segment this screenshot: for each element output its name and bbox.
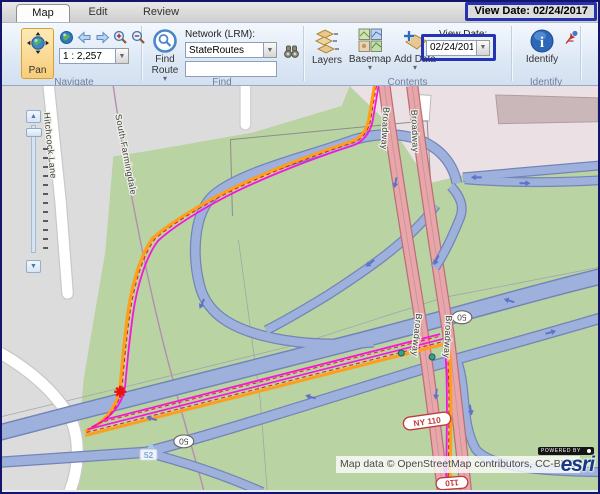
- scale-combobox: ▼: [59, 48, 129, 64]
- map-building: [496, 95, 598, 124]
- svg-text:50: 50: [179, 436, 189, 446]
- basemap-dropdown-caret[interactable]: ▾: [368, 65, 372, 71]
- svg-text:i: i: [540, 35, 544, 51]
- view-date-combobox: ▼: [426, 40, 490, 56]
- tab-edit[interactable]: Edit: [72, 4, 124, 21]
- layers-label: Layers: [312, 55, 342, 66]
- find-route-icon: [152, 28, 178, 54]
- layers-button[interactable]: Layers: [307, 28, 347, 66]
- view-date-dropdown-button[interactable]: ▼: [477, 40, 490, 56]
- map-zoom-slider: ▲ ▼: [23, 110, 49, 275]
- zoom-tick: [43, 148, 48, 150]
- zoom-tick: [43, 220, 48, 222]
- find-route-label: Find Route: [145, 54, 185, 76]
- svg-text:110: 110: [445, 478, 460, 489]
- binoculars-search-icon[interactable]: [283, 44, 300, 59]
- network-lrm-label: Network (LRM):: [185, 29, 255, 40]
- route-shield-110-partial: 110: [436, 476, 469, 490]
- group-separator: [511, 26, 512, 81]
- svg-text:52: 52: [144, 450, 154, 460]
- zoom-in-icon[interactable]: [113, 30, 128, 45]
- basemap-icon: [358, 28, 383, 54]
- group-separator: [580, 26, 581, 81]
- view-date-banner-annotation: View Date: 02/24/2017: [465, 2, 597, 21]
- tab-review[interactable]: Review: [130, 4, 192, 21]
- zoom-slider-up-button[interactable]: ▲: [26, 110, 41, 123]
- add-data-dropdown-caret[interactable]: ▾: [413, 65, 417, 71]
- find-route-button[interactable]: Find Route ▾: [145, 28, 185, 82]
- route-value-combobox: [185, 61, 277, 77]
- previous-extent-icon[interactable]: [77, 30, 92, 45]
- identify-button[interactable]: i Identify: [522, 28, 562, 65]
- navigate-small-buttons: [59, 30, 146, 45]
- zoom-tick: [43, 247, 48, 249]
- zoom-tick: [43, 166, 48, 168]
- pan-globe-icon: [26, 31, 50, 55]
- zoom-tick: [43, 238, 48, 240]
- route-value-input[interactable]: [185, 61, 277, 77]
- scale-dropdown-button[interactable]: ▼: [116, 48, 129, 64]
- layers-icon: [313, 28, 341, 55]
- route-shield-50: 50: [174, 435, 194, 448]
- zoom-tick: [43, 184, 48, 186]
- identify-route-locations-icon[interactable]: [563, 30, 579, 46]
- pan-button[interactable]: Pan: [21, 28, 54, 79]
- identify-label: Identify: [526, 54, 558, 65]
- app-window: Map Edit Review View Date: 02/24/2017 Pa…: [0, 0, 600, 494]
- view-date-annotation-box: ▼: [421, 34, 496, 61]
- zoom-out-icon[interactable]: [131, 30, 146, 45]
- tab-map[interactable]: Map: [16, 4, 70, 22]
- group-separator: [303, 26, 304, 81]
- ribbon-tab-bar: Map Edit Review View Date: 02/24/2017: [2, 2, 598, 23]
- full-extent-globe-icon[interactable]: [59, 30, 74, 45]
- esri-wordmark: esri: [538, 455, 594, 475]
- network-combobox: ▼: [185, 42, 277, 58]
- zoom-tick: [43, 229, 48, 231]
- scale-input[interactable]: [59, 48, 116, 64]
- pan-label: Pan: [29, 65, 47, 76]
- map-viewport[interactable]: 50 50 52 110 NY 110 Hitchcock Lane South: [2, 86, 598, 490]
- zoom-slider-handle[interactable]: [26, 128, 42, 137]
- zoom-tick: [43, 193, 48, 195]
- view-date-input[interactable]: [426, 40, 477, 56]
- esri-logo: POWERED BY esri: [538, 447, 594, 475]
- street-label-broadway: Broadway: [409, 110, 420, 153]
- zoom-tick: [43, 211, 48, 213]
- zoom-tick: [43, 157, 48, 159]
- map-canvas[interactable]: 50 50 52 110 NY 110 Hitchcock Lane South: [2, 86, 598, 490]
- zoom-slider-track[interactable]: [31, 125, 36, 253]
- zoom-slider-down-button[interactable]: ▼: [26, 260, 41, 273]
- ribbon: Pan ▼ Navigate Find Route ▾ Network (LRM…: [2, 23, 598, 86]
- identify-icon: i: [529, 28, 555, 54]
- svg-text:50: 50: [457, 312, 467, 322]
- network-input[interactable]: [185, 42, 264, 58]
- basemap-button[interactable]: Basemap ▾: [349, 28, 391, 71]
- route-shield-50: 50: [452, 311, 472, 324]
- zoom-tick: [43, 202, 48, 204]
- network-dropdown-button[interactable]: ▼: [264, 42, 277, 58]
- zoom-tick: [43, 175, 48, 177]
- next-extent-icon[interactable]: [95, 30, 110, 45]
